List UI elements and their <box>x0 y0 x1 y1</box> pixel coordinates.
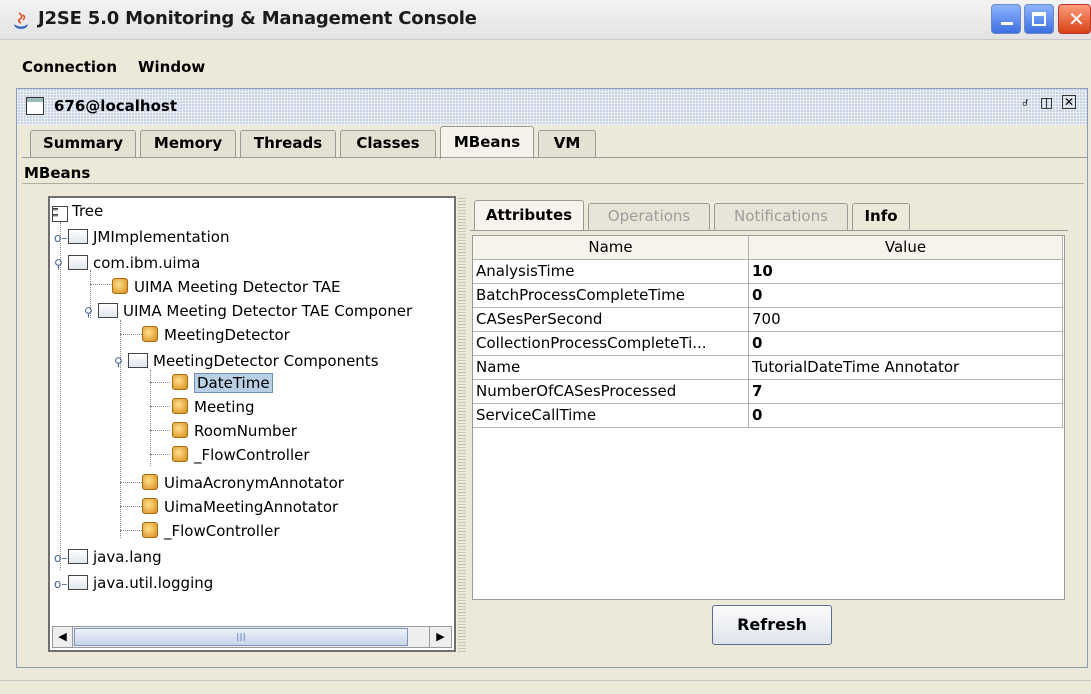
scroll-right-icon[interactable]: ▶ <box>429 627 451 647</box>
tree-node-tae-components[interactable]: ⚲ UIMA Meeting Detector TAE Componer <box>84 302 412 326</box>
attribute-value[interactable]: 0 <box>749 404 1063 428</box>
attribute-value[interactable]: 700 <box>749 308 1063 332</box>
scroll-left-icon[interactable]: ◀ <box>53 627 73 647</box>
attribute-value[interactable]: 7 <box>749 380 1063 404</box>
scrollbar-thumb[interactable]: III <box>74 628 408 646</box>
attribute-value[interactable]: 0 <box>749 332 1063 356</box>
tree-node-java-lang[interactable]: o– java.lang <box>54 548 162 572</box>
attribute-name[interactable]: Name <box>473 356 749 380</box>
folder-icon <box>68 229 88 244</box>
mbean-icon <box>142 498 158 514</box>
tree-node-com-ibm-uima[interactable]: ⚲ com.ibm.uima <box>54 254 200 278</box>
folder-icon <box>98 303 118 318</box>
tab-mbeans[interactable]: MBeans <box>440 126 534 159</box>
tree-node-jmimplementation[interactable]: o– JMImplementation <box>54 228 229 252</box>
tree-node-flowcontroller-outer[interactable]: _FlowController <box>142 522 280 546</box>
menu-window[interactable]: Window <box>138 58 205 76</box>
collapsed-handle-icon[interactable]: o– <box>54 551 68 565</box>
menu-connection[interactable]: Connection <box>22 58 117 76</box>
attribute-name[interactable]: BatchProcessCompleteTime <box>473 284 749 308</box>
column-header-value[interactable]: Value <box>749 236 1063 260</box>
mbean-tree[interactable]: ═ ═ Tree o– JMImplementation ⚲ com.ibm.uima … <box>48 196 456 652</box>
tree-root-icon: ═ ═ <box>52 206 68 222</box>
tree-node-java-util-logging[interactable]: o– java.util.logging <box>54 574 213 598</box>
mbean-icon <box>172 446 188 462</box>
frame-title-bar[interactable] <box>17 89 1087 125</box>
expanded-handle-icon[interactable]: ⚲ <box>54 257 68 271</box>
split-pane-divider[interactable] <box>458 196 466 652</box>
tree-node-meeting[interactable]: Meeting <box>172 398 254 422</box>
tab-classes[interactable]: Classes <box>340 130 436 158</box>
column-header-name[interactable]: Name <box>473 236 749 260</box>
detail-tab-divider <box>470 230 1068 231</box>
attribute-value[interactable]: 10 <box>749 260 1063 284</box>
folder-icon <box>68 549 88 564</box>
tab-strip-divider <box>22 157 1088 158</box>
window-title-bar: J2SE 5.0 Monitoring & Management Console <box>0 0 1091 40</box>
menu-bar: Connection Window <box>0 56 1091 82</box>
tab-attributes[interactable]: Attributes <box>474 200 584 231</box>
close-frame-icon[interactable]: ✕ <box>1062 95 1076 109</box>
section-label: MBeans <box>24 164 91 182</box>
tree-node-uimaacronymannotator[interactable]: UimaAcronymAnnotator <box>142 474 344 498</box>
tree-node-datetime[interactable]: DateTime <box>172 373 273 398</box>
restore-frame-icon[interactable]: ◫ <box>1040 95 1053 111</box>
attribute-name[interactable]: ServiceCallTime <box>473 404 749 428</box>
tree-node-roomnumber[interactable]: RoomNumber <box>172 422 297 446</box>
tree-node-uima-meeting-detector-tae[interactable]: UIMA Meeting Detector TAE <box>112 278 340 302</box>
tab-threads[interactable]: Threads <box>240 130 336 158</box>
mbean-icon <box>142 522 158 538</box>
tab-summary[interactable]: Summary <box>30 130 136 158</box>
folder-icon <box>68 575 88 590</box>
attribute-name[interactable]: NumberOfCASesProcessed <box>473 380 749 404</box>
attribute-name[interactable]: AnalysisTime <box>473 260 749 284</box>
collapsed-handle-icon[interactable]: o– <box>54 577 68 591</box>
tree-node-meetingdetector[interactable]: MeetingDetector <box>142 326 290 350</box>
mbean-icon <box>172 422 188 438</box>
attribute-name[interactable]: CASesPerSecond <box>473 308 749 332</box>
mbean-icon <box>142 474 158 490</box>
maximize-icon[interactable] <box>1024 4 1054 34</box>
attribute-name[interactable]: CollectionProcessCompleteTi... <box>473 332 749 356</box>
mbean-icon <box>142 326 158 342</box>
tab-operations: Operations <box>588 203 710 230</box>
tab-info[interactable]: Info <box>852 203 910 230</box>
attribute-value[interactable]: 0 <box>749 284 1063 308</box>
tab-vm[interactable]: VM <box>538 130 596 158</box>
java-logo-icon <box>10 10 32 32</box>
tree-root[interactable]: ═ ═ Tree <box>52 202 103 226</box>
frame-icon <box>26 97 44 115</box>
minimize-frame-icon[interactable]: ▫ͬ <box>1022 95 1027 112</box>
tab-memory[interactable]: Memory <box>140 130 236 158</box>
mbean-icon <box>112 278 128 294</box>
folder-icon <box>128 353 148 368</box>
tree-node-uimameetingannotator[interactable]: UimaMeetingAnnotator <box>142 498 338 522</box>
frame-title: 676@localhost <box>54 97 177 115</box>
collapsed-handle-icon[interactable]: o– <box>54 231 68 245</box>
mbean-icon <box>172 374 188 390</box>
attribute-value[interactable]: TutorialDateTime Annotator <box>749 356 1063 380</box>
status-bar <box>0 680 1091 694</box>
expanded-handle-icon[interactable]: ⚲ <box>114 355 128 369</box>
window-title: J2SE 5.0 Monitoring & Management Console <box>38 8 477 29</box>
tree-node-flowcontroller-inner[interactable]: _FlowController <box>172 446 310 470</box>
close-icon[interactable]: ✕ <box>1058 4 1091 34</box>
minimize-icon[interactable] <box>991 4 1021 34</box>
refresh-button[interactable]: Refresh <box>712 605 832 645</box>
folder-icon <box>68 255 88 270</box>
mbean-icon <box>172 398 188 414</box>
expanded-handle-icon[interactable]: ⚲ <box>84 305 98 319</box>
tab-notifications: Notifications <box>714 203 848 230</box>
